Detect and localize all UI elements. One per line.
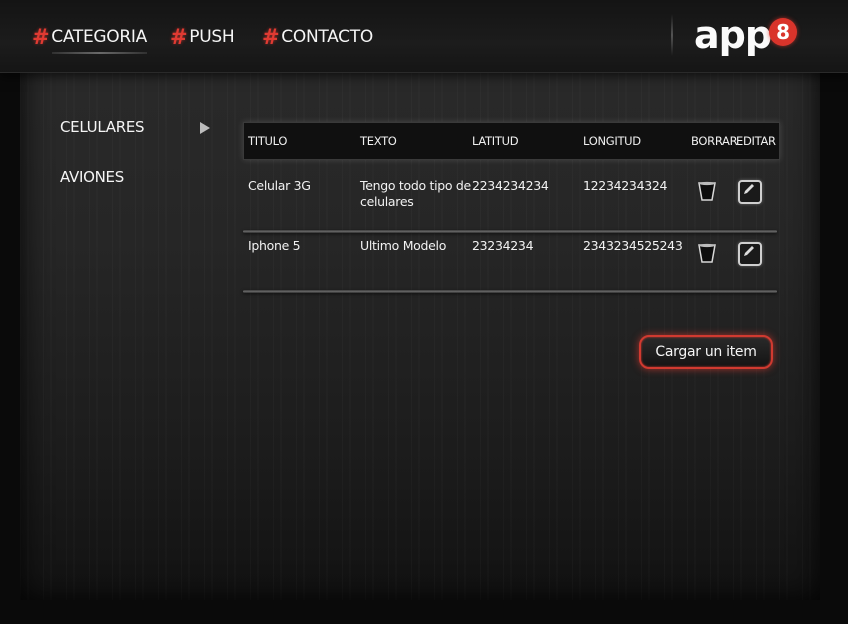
cell-longitud: 12234234324 [583, 178, 668, 193]
hash-icon: # [262, 25, 280, 49]
trash-icon [698, 181, 716, 201]
page-frame: # CATEGORIA # PUSH # CONTACTO app 8 CELU… [0, 0, 848, 624]
table-header: TITULO TEXTO LATITUD LONGITUD BORRAR EDI… [243, 122, 780, 160]
app-logo[interactable]: app 8 [694, 13, 798, 58]
column-header-texto: TEXTO [360, 134, 397, 148]
cell-titulo: Iphone 5 [248, 238, 301, 253]
cell-texto: Tengo todo tipo de celulares [360, 178, 471, 209]
logo-badge: 8 [769, 18, 798, 46]
column-header-longitud: LONGITUD [583, 134, 641, 148]
row-divider [243, 290, 777, 293]
edit-icon [738, 180, 762, 204]
column-header-titulo: TITULO [248, 134, 288, 148]
hash-icon: # [170, 25, 188, 49]
sidebar-item-celulares[interactable]: CELULARES [60, 118, 145, 136]
cell-latitud: 23234234 [472, 238, 534, 253]
column-header-editar: EDITAR [736, 134, 776, 148]
header-divider [671, 14, 673, 56]
column-header-borrar: BORRAR [691, 134, 738, 148]
logo-text: app [694, 13, 772, 57]
cell-longitud: 2343234525243 [583, 238, 683, 253]
hash-icon: # [32, 25, 50, 49]
triangle-right-icon [200, 122, 210, 134]
sidebar-item-label: AVIONES [60, 168, 124, 186]
cell-latitud: 2234234234 [472, 178, 549, 193]
delete-button[interactable] [696, 180, 718, 202]
delete-button[interactable] [696, 242, 718, 264]
sidebar-item-aviones[interactable]: AVIONES [60, 168, 124, 186]
nav-item-categoria[interactable]: # CATEGORIA [32, 24, 147, 54]
edit-button[interactable] [738, 180, 762, 204]
add-item-label: Cargar un item [655, 344, 757, 360]
cell-titulo: Celular 3G [248, 178, 311, 193]
nav-item-push[interactable]: # PUSH [170, 24, 235, 50]
trash-icon [698, 243, 716, 263]
nav-item-contacto[interactable]: # CONTACTO [262, 24, 373, 50]
edit-icon [738, 242, 762, 266]
nav-item-label: CATEGORIA [51, 27, 147, 47]
sidebar-item-label: CELULARES [60, 118, 145, 136]
edit-button[interactable] [738, 242, 762, 266]
content-panel [20, 0, 820, 600]
nav-item-label: CONTACTO [281, 27, 373, 47]
nav-item-label: PUSH [189, 27, 235, 47]
column-header-latitud: LATITUD [472, 134, 519, 148]
row-divider [243, 230, 777, 233]
cell-texto: Ultimo Modelo [360, 238, 447, 253]
add-item-button[interactable]: Cargar un item [639, 335, 773, 369]
top-nav-bar: # CATEGORIA # PUSH # CONTACTO app 8 [0, 0, 848, 73]
